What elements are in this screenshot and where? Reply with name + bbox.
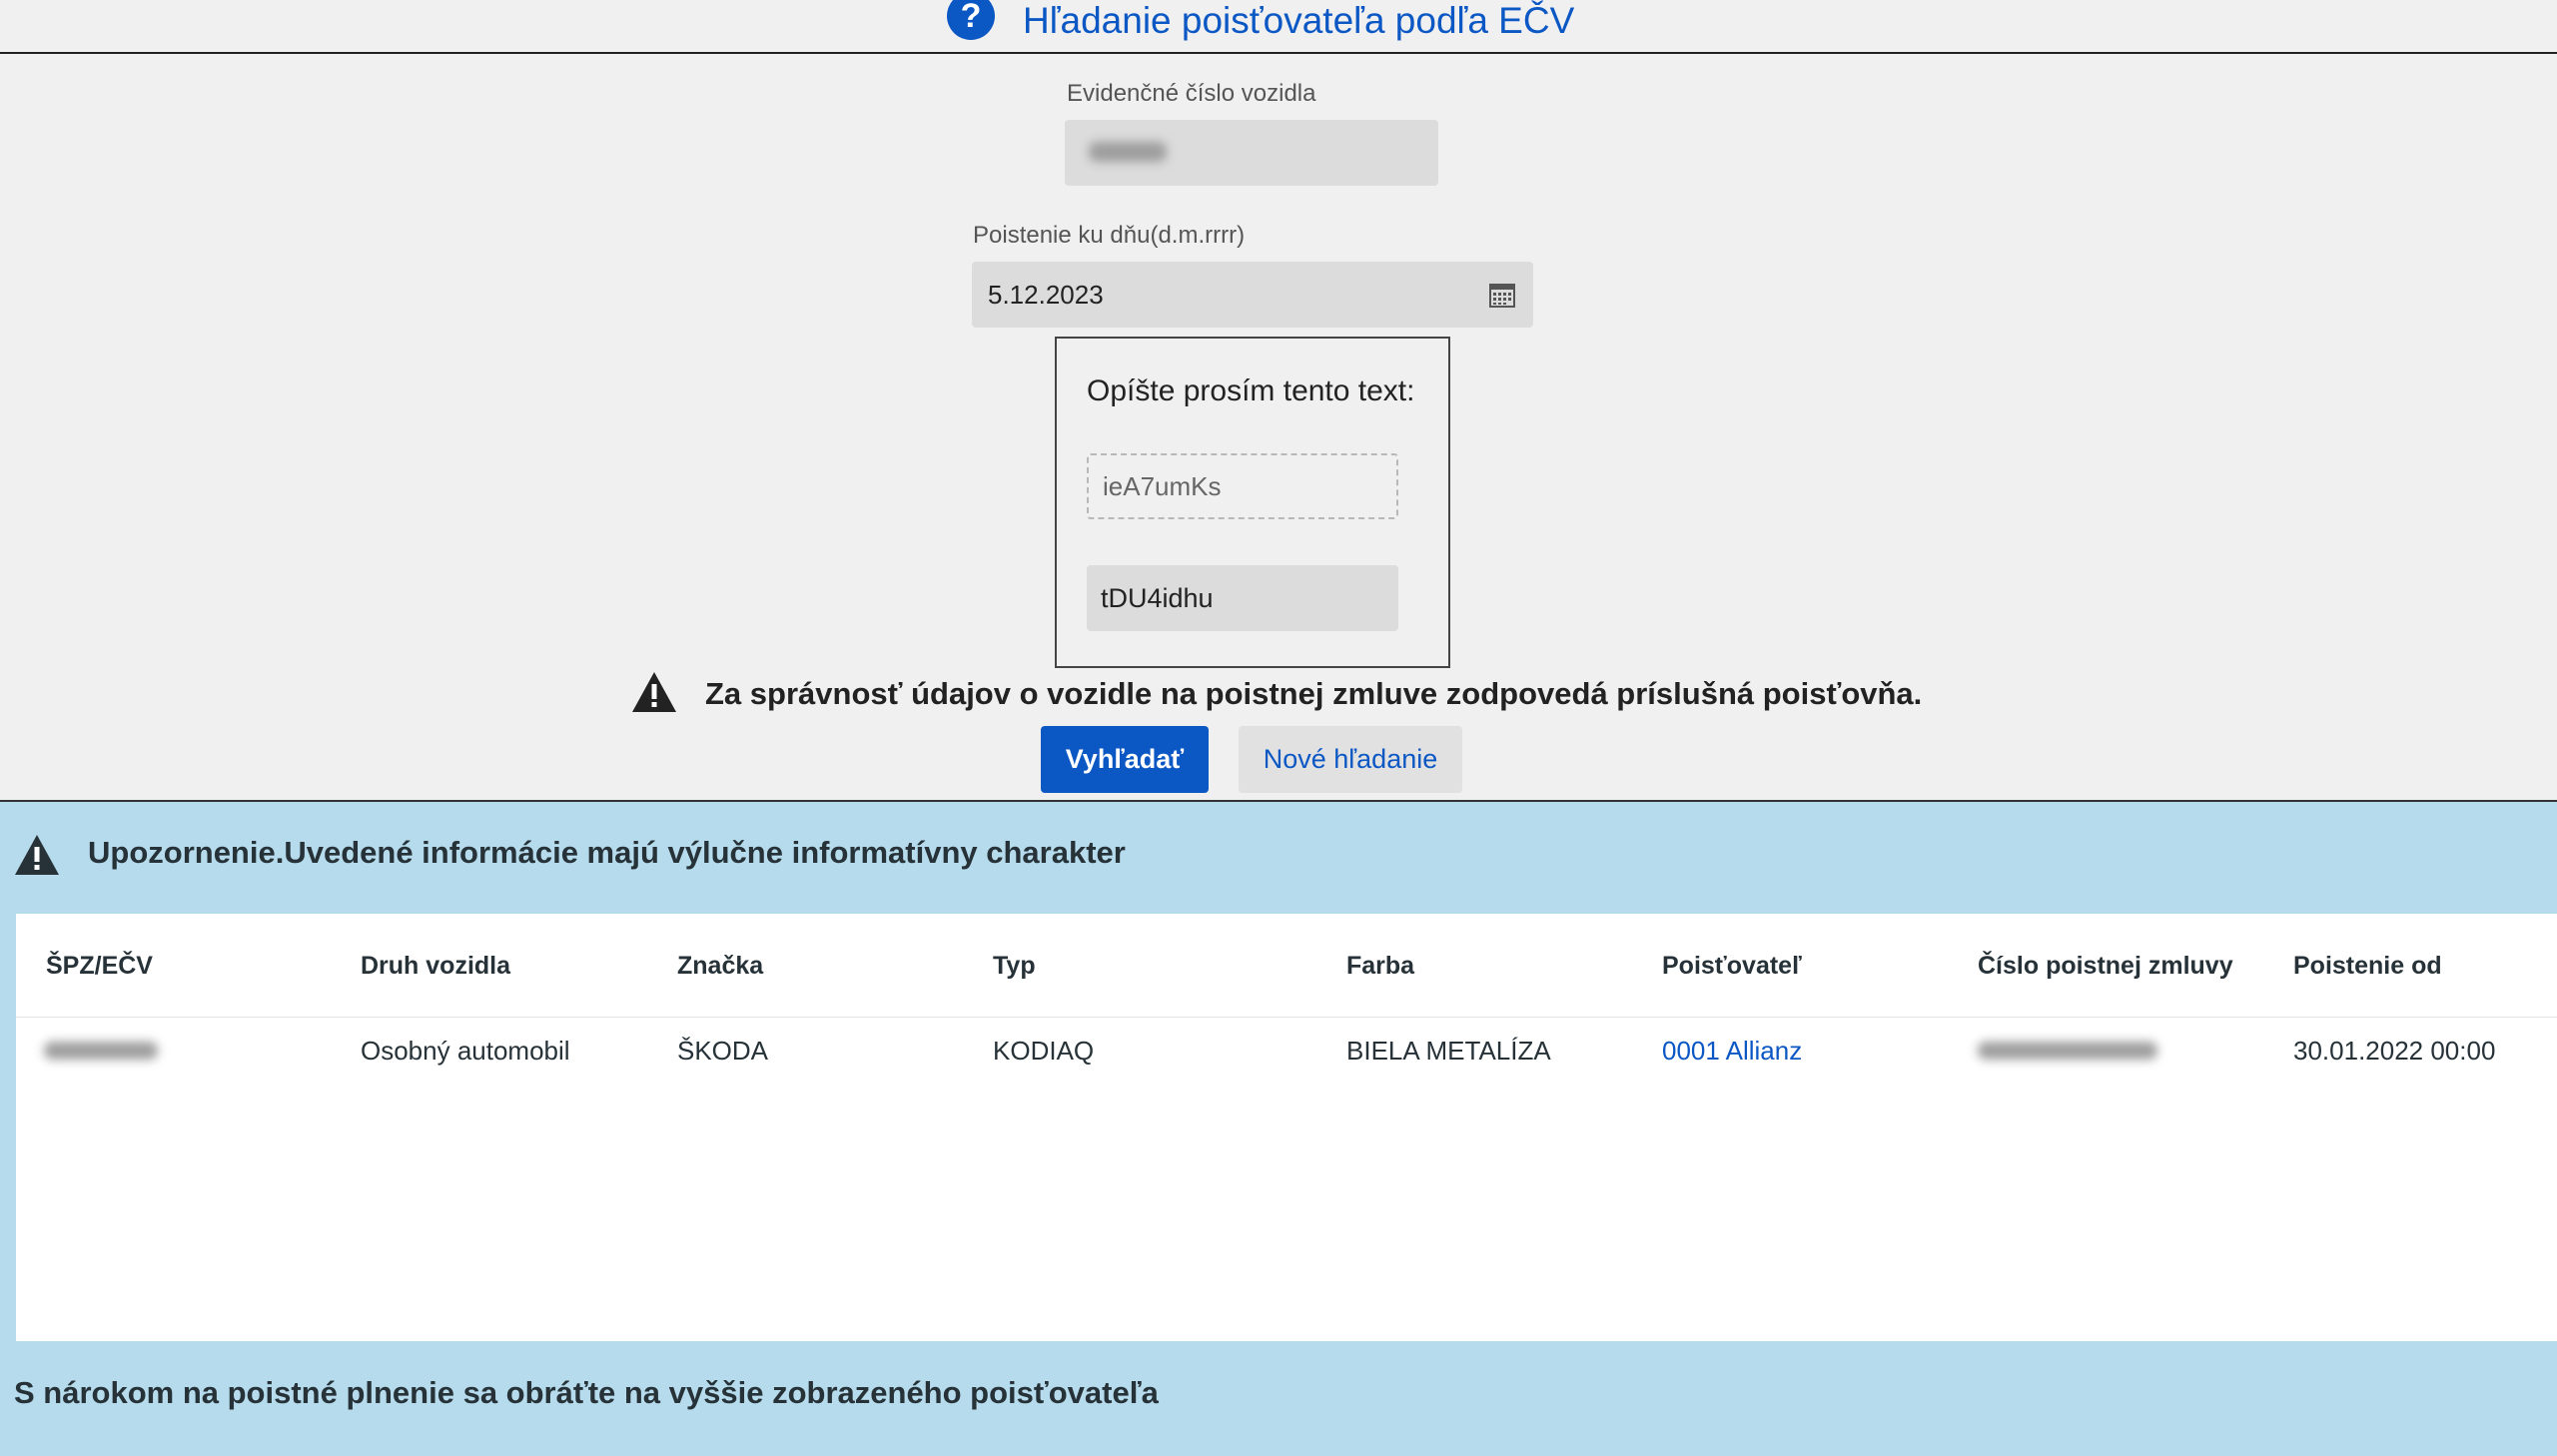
page-title: Hľadanie poisťovateľa podľa EČV: [1023, 0, 1575, 41]
column-header-spz[interactable]: ŠPZ/EČV: [46, 952, 153, 981]
cell-typ: KODIAQ: [993, 1036, 1095, 1066]
date-value: 5.12.2023: [988, 280, 1104, 310]
column-header-znacka[interactable]: Značka: [677, 952, 763, 981]
ecv-input[interactable]: [1065, 120, 1438, 186]
column-header-cislo-zmluvy[interactable]: Číslo poistnej zmluvy: [1978, 952, 2233, 981]
results-table: ŠPZ/EČV Druh vozidla Značka Typ Farba Po…: [16, 914, 2557, 1341]
captcha-label: Opíšte prosím tento text:: [1087, 374, 1415, 407]
search-button[interactable]: Vyhľadať: [1041, 726, 1209, 793]
cell-farba: BIELA METALÍZA: [1346, 1036, 1551, 1066]
results-panel: Upozornenie.Uvedené informácie majú výlu…: [0, 802, 2557, 1456]
column-header-druh[interactable]: Druh vozidla: [361, 952, 510, 981]
column-header-typ[interactable]: Typ: [993, 952, 1036, 981]
column-header-farba[interactable]: Farba: [1346, 952, 1414, 981]
cell-znacka: ŠKODA: [677, 1036, 769, 1066]
ecv-label: Evidenčné číslo vozidla: [1067, 80, 1316, 107]
calendar-icon[interactable]: [1489, 282, 1515, 308]
warning-icon: [632, 672, 676, 712]
warning-text: Za správnosť údajov o vozidle na poistne…: [705, 676, 1923, 711]
column-header-poistovatel[interactable]: Poisťovateľ: [1662, 952, 1802, 981]
redacted-spz: [44, 1042, 158, 1060]
new-search-button[interactable]: Nové hľadanie: [1239, 726, 1462, 793]
date-input[interactable]: 5.12.2023: [972, 262, 1533, 328]
date-label: Poistenie ku dňu(d.m.rrrr): [973, 222, 1246, 249]
captcha-box: Opíšte prosím tento text: ieA7umKs: [1055, 337, 1450, 668]
cell-druh: Osobný automobil: [361, 1036, 570, 1066]
row-divider: [16, 1017, 2557, 1018]
insurer-link[interactable]: 0001 Allianz: [1662, 1036, 1802, 1067]
cell-poistenie-od: 30.01.2022 00:00: [2293, 1036, 2496, 1066]
captcha-input[interactable]: [1087, 565, 1398, 631]
column-header-poistenie-od[interactable]: Poistenie od: [2293, 952, 2442, 981]
accuracy-warning: Za správnosť údajov o vozidle na poistne…: [631, 671, 1922, 719]
notice-text: Upozornenie.Uvedené informácie majú výlu…: [88, 835, 1126, 870]
redacted-ecv: [1089, 142, 1167, 162]
captcha-code: ieA7umKs: [1087, 453, 1398, 519]
help-icon[interactable]: ?: [947, 0, 995, 40]
redacted-contract-number: [1978, 1042, 2157, 1060]
warning-icon: [15, 835, 59, 875]
page-header: ? Hľadanie poisťovateľa podľa EČV: [0, 0, 2557, 54]
claim-instruction: S nárokom na poistné plnenie sa obráťte …: [14, 1375, 1159, 1410]
